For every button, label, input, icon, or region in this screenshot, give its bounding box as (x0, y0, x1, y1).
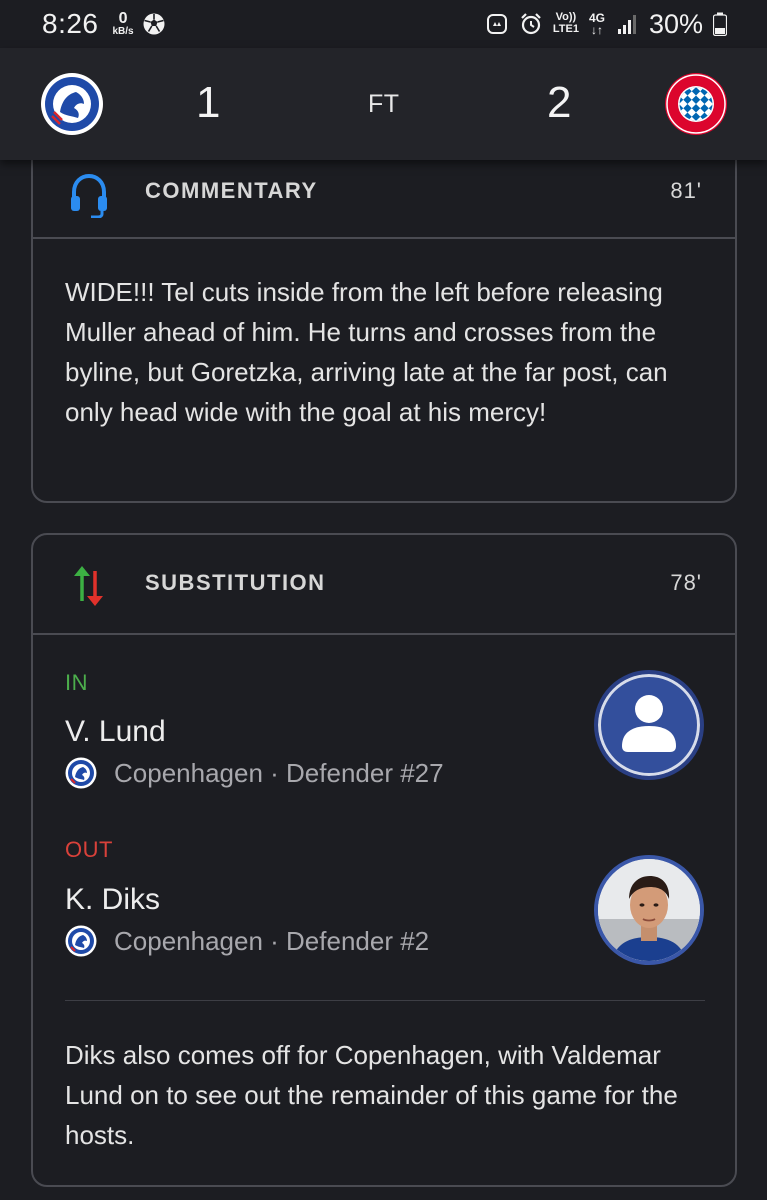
substitution-text: Diks also comes off for Copenhagen, with… (65, 1040, 678, 1150)
volte-bottom: LTE1 (552, 23, 579, 35)
volte-indicator: Vo)) LTE1 (553, 12, 579, 35)
battery-icon (713, 12, 727, 36)
network-type-indicator: 4G ↓↑ (589, 12, 605, 36)
substitution-title: SUBSTITUTION (145, 570, 326, 595)
substitution-card-header: SUBSTITUTION 78' (33, 535, 735, 635)
fc-copenhagen-crest-icon (65, 757, 97, 789)
net-speed-value: 0 (118, 10, 128, 27)
player-photo-image (598, 859, 700, 961)
commentary-card: COMMENTARY 81' WIDE!!! Tel cuts inside f… (31, 120, 737, 503)
headphones-icon (71, 173, 107, 218)
alarm-icon (521, 13, 541, 35)
player-out-name[interactable]: K. Diks (65, 883, 160, 917)
user-placeholder-icon (622, 695, 676, 752)
clock: 8:26 (42, 8, 99, 39)
player-in-meta: Copenhagen · Defender #27 (65, 757, 444, 789)
player-in-name[interactable]: V. Lund (65, 715, 166, 749)
player-in-avatar[interactable] (594, 670, 704, 780)
bayern-munich-crest-icon[interactable] (664, 72, 728, 136)
substitution-arrows-icon (74, 566, 103, 606)
substitution-card: SUBSTITUTION 78' IN V. Lund Copenhagen ·… (31, 533, 737, 1187)
recycle-icon (486, 14, 507, 34)
net-speed-indicator: 0 kB/s (113, 11, 134, 37)
status-icons: Vo)) LTE1 4G ↓↑ 30% (485, 9, 727, 40)
fc-copenhagen-crest-icon[interactable] (40, 72, 104, 136)
match-status: FT (368, 90, 400, 118)
signal-icon (617, 15, 636, 34)
sub-in-label: IN (65, 670, 88, 695)
substitution-minute: 78' (670, 570, 702, 595)
status-bar: 8:26 0 kB/s Vo)) LTE1 4G ↓↑ 30% (0, 0, 767, 48)
commentary-minute: 81' (670, 178, 702, 203)
home-score: 1 (196, 78, 221, 127)
soccer-ball-icon (143, 13, 165, 35)
away-score: 2 (547, 78, 572, 127)
commentary-title: COMMENTARY (145, 178, 318, 203)
data-arrows-icon: ↓↑ (590, 23, 603, 37)
net-speed-unit: kB/s (112, 26, 134, 37)
substitution-divider (65, 1000, 705, 1001)
match-score-header[interactable]: 1 FT 2 (0, 48, 767, 160)
battery-percent: 30% (648, 8, 703, 39)
player-out-team-position: Copenhagen · Defender #2 (114, 925, 430, 956)
player-out-photo[interactable] (594, 855, 704, 965)
sub-out-label: OUT (65, 837, 113, 862)
commentary-text: WIDE!!! Tel cuts inside from the left be… (65, 277, 668, 427)
player-out-meta: Copenhagen · Defender #2 (65, 925, 429, 957)
fc-copenhagen-crest-icon (65, 925, 97, 957)
player-in-team-position: Copenhagen · Defender #27 (114, 757, 444, 788)
